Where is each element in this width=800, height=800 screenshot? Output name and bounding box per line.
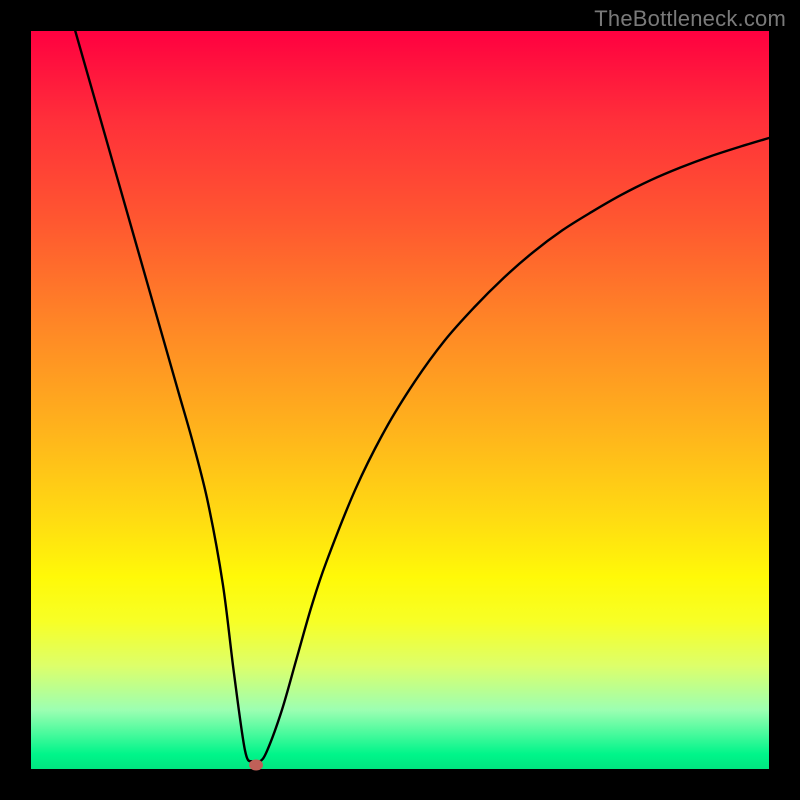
attribution-watermark: TheBottleneck.com [594, 6, 786, 32]
chart-frame: TheBottleneck.com [0, 0, 800, 800]
bottleneck-curve [31, 31, 769, 769]
plot-area [31, 31, 769, 769]
minimum-marker [249, 760, 263, 771]
